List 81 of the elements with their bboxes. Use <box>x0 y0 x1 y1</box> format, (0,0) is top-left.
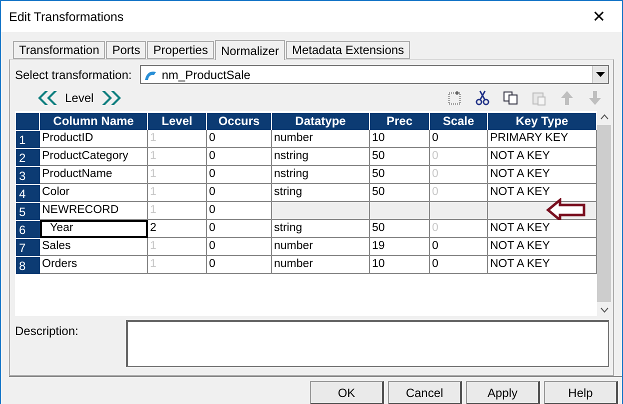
tab[interactable]: Properties <box>147 41 214 59</box>
column-header[interactable]: Key Type <box>488 113 597 130</box>
table-cell: NOT A KEY <box>488 220 597 238</box>
close-button[interactable]: ✕ <box>576 1 622 32</box>
field-label: Select transformation: <box>15 68 132 82</box>
new-document-icon[interactable] <box>447 90 463 106</box>
table-cell: PRIMARY KEY <box>488 130 597 148</box>
table-cell: NOT A KEY <box>488 238 597 256</box>
table-cell: 50 <box>370 166 430 184</box>
table-cell: 0 <box>207 220 272 238</box>
row-number[interactable]: 4 <box>16 184 40 202</box>
table-cell: 0 <box>430 238 488 256</box>
table-cell: Orders <box>40 256 148 274</box>
left-chevrons-icon <box>37 90 57 106</box>
table-cell: NOT A KEY <box>488 256 597 274</box>
table-cell: ProductCategory <box>40 148 148 166</box>
tab[interactable]: Ports <box>106 41 146 59</box>
row-number[interactable]: 6 <box>16 220 40 238</box>
table-cell: ProductName <box>40 166 148 184</box>
table-cell: 10 <box>370 256 430 274</box>
description-label: Description: <box>15 323 80 340</box>
description-field[interactable] <box>126 320 609 367</box>
table-cell: ProductID <box>40 130 148 148</box>
tab[interactable]: Normalizer <box>214 40 285 60</box>
table-cell: nstring <box>272 166 370 184</box>
table-cell: 0 <box>207 202 272 220</box>
table-cell: 19 <box>370 238 430 256</box>
row-number[interactable]: 2 <box>16 148 40 166</box>
selected-cell: Year <box>40 220 148 238</box>
table-cell: 0 <box>207 184 272 202</box>
column-header[interactable]: Level <box>148 113 207 130</box>
table-cell: NOT A KEY <box>488 148 597 166</box>
window-title: Edit Transformations <box>9 10 124 24</box>
level-left-button[interactable] <box>37 90 57 106</box>
row-number[interactable]: 1 <box>16 130 40 148</box>
table-cell: Color <box>40 184 148 202</box>
table-cell: number <box>272 238 370 256</box>
table-cell: 2 <box>148 220 207 238</box>
row-number[interactable]: 3 <box>16 166 40 184</box>
scissors-icon[interactable] <box>475 90 491 106</box>
transformation-icon <box>144 68 158 80</box>
table-cell: 50 <box>370 148 430 166</box>
left-arrow-icon <box>546 198 586 222</box>
tab[interactable]: Metadata Extensions <box>286 41 410 59</box>
table-cell: 50 <box>370 220 430 238</box>
table-cell: string <box>272 184 370 202</box>
table-cell: 0 <box>207 256 272 274</box>
level-label: Level <box>65 91 94 105</box>
right-chevrons-icon <box>102 90 122 106</box>
level-right-button[interactable] <box>102 90 122 106</box>
table-cell: number <box>272 256 370 274</box>
table-cell: NEWRECORD <box>40 202 148 220</box>
table-cell: 0 <box>430 130 488 148</box>
copy-icon[interactable] <box>503 90 519 106</box>
dialog-button[interactable]: OK <box>310 381 384 404</box>
column-header[interactable]: Occurs <box>207 113 272 130</box>
table-cell: Sales <box>40 238 148 256</box>
tab[interactable]: Transformation <box>13 41 106 59</box>
dialog-button[interactable]: Apply <box>466 381 540 404</box>
table-cell: NOT A KEY <box>488 184 597 202</box>
dialog-button[interactable]: Cancel <box>388 381 462 404</box>
row-number[interactable]: 7 <box>16 238 40 256</box>
table-cell: 0 <box>207 130 272 148</box>
column-header[interactable]: Scale <box>430 113 488 130</box>
table-cell: 10 <box>370 130 430 148</box>
table-cell: NOT A KEY <box>488 166 597 184</box>
table-cell: nstring <box>272 148 370 166</box>
table-cell: 0 <box>207 166 272 184</box>
table-cell: 0 <box>207 148 272 166</box>
column-header[interactable]: Datatype <box>272 113 370 130</box>
row-number[interactable]: 5 <box>16 202 40 220</box>
table-cell: number <box>272 130 370 148</box>
column-header[interactable]: Prec <box>370 113 430 130</box>
table-cell: string <box>272 220 370 238</box>
column-header[interactable]: Column Name <box>40 113 148 130</box>
transformation-dropdown[interactable]: nm_ProductSale <box>140 65 609 84</box>
row-number[interactable]: 8 <box>16 256 40 274</box>
dialog-button[interactable]: Help <box>544 381 618 404</box>
table-cell: 50 <box>370 184 430 202</box>
table-cell: 0 <box>207 238 272 256</box>
table-cell: 0 <box>430 256 488 274</box>
